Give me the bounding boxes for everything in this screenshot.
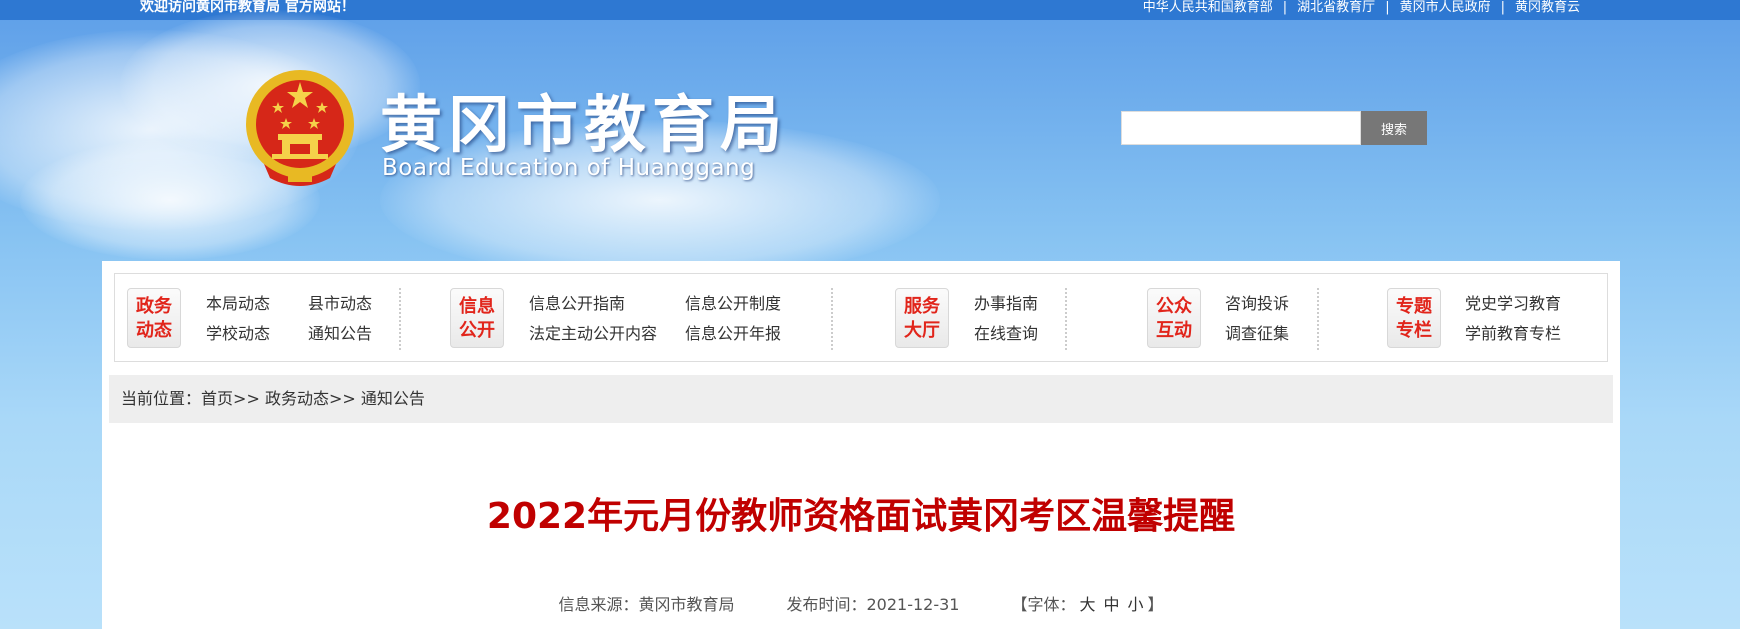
font-size-medium[interactable]: 中 bbox=[1104, 595, 1120, 614]
top-links: 中华人民共和国教育部 | 湖北省教育厅 | 黄冈市人民政府 | 黄冈教育云 bbox=[1143, 0, 1580, 15]
top-link-separator: | bbox=[1500, 0, 1505, 15]
nav-badge-service-hall[interactable]: 服务 大厅 bbox=[895, 288, 949, 348]
breadcrumb-separator: >> bbox=[233, 389, 260, 408]
breadcrumb-gov-news[interactable]: 政务动态 bbox=[265, 389, 329, 408]
breadcrumb-separator: >> bbox=[328, 389, 356, 408]
nav-badge-info-disclosure[interactable]: 信息 公开 bbox=[450, 288, 504, 348]
nav-badge-gov-news[interactable]: 政务 动态 bbox=[127, 288, 181, 348]
nav-link-annual-report[interactable]: 信息公开年报 bbox=[685, 320, 781, 344]
nav-badge-line: 信息 bbox=[459, 296, 495, 317]
nav-link-survey[interactable]: 调查征集 bbox=[1225, 320, 1289, 344]
nav-divider bbox=[399, 288, 401, 350]
nav-group-public-interaction: 公众 互动 咨询投诉 调查征集 bbox=[1147, 274, 1297, 361]
nav-link-statutory-content[interactable]: 法定主动公开内容 bbox=[529, 320, 657, 344]
nav-link-school-news[interactable]: 学校动态 bbox=[206, 320, 270, 344]
nav-link-county-news[interactable]: 县市动态 bbox=[308, 290, 372, 314]
breadcrumb-home[interactable]: 首页 bbox=[201, 389, 233, 408]
nav-group-info-disclosure: 信息 公开 信息公开指南 信息公开制度 法定主动公开内容 信息公开年报 bbox=[445, 274, 825, 361]
nav-badge-line: 服务 bbox=[904, 296, 940, 317]
nav-badge-line: 专栏 bbox=[1396, 320, 1432, 341]
top-link-separator: | bbox=[1282, 0, 1288, 15]
nav-divider bbox=[1065, 288, 1067, 350]
nav-badge-public-interaction[interactable]: 公众 互动 bbox=[1147, 288, 1201, 348]
nav-group-gov-news: 政务 动态 本局动态 县市动态 学校动态 通知公告 bbox=[115, 274, 395, 361]
font-size-small[interactable]: 小 bbox=[1128, 595, 1144, 614]
nav-link-disclosure-guide[interactable]: 信息公开指南 bbox=[529, 290, 625, 314]
site-subtitle: Board Education of Huanggang bbox=[382, 155, 756, 181]
nav-link-disclosure-rules[interactable]: 信息公开制度 bbox=[685, 290, 781, 314]
nav-divider bbox=[831, 288, 833, 350]
date-label: 发布时间： bbox=[786, 595, 867, 614]
breadcrumb: 当前位置：首页>> 政务动态>> 通知公告 bbox=[109, 375, 1613, 423]
nav-group-special-topics: 专题 专栏 党史学习教育 学前教育专栏 bbox=[1387, 274, 1587, 361]
nav-link-preschool[interactable]: 学前教育专栏 bbox=[1465, 320, 1561, 344]
nav-link-notices[interactable]: 通知公告 bbox=[308, 320, 372, 344]
top-link-hubei-edu[interactable]: 湖北省教育厅 bbox=[1297, 0, 1375, 15]
font-size-suffix: 】 bbox=[1147, 595, 1164, 614]
date-value: 2021-12-31 bbox=[866, 595, 960, 614]
article-meta: 信息来源：黄冈市教育局 发布时间：2021-12-31 【字体：大中小】 bbox=[102, 591, 1620, 615]
article-title: 2022年元月份教师资格面试黄冈考区温馨提醒 bbox=[486, 496, 1236, 537]
nav-badge-line: 专题 bbox=[1396, 296, 1432, 317]
font-size-large[interactable]: 大 bbox=[1079, 595, 1095, 614]
site-title: 黄冈市教育局 bbox=[380, 88, 789, 161]
nav-link-bureau-news[interactable]: 本局动态 bbox=[206, 290, 270, 314]
breadcrumb-prefix: 当前位置： bbox=[121, 389, 202, 408]
source-label: 信息来源： bbox=[558, 595, 639, 614]
national-emblem-icon bbox=[246, 70, 354, 186]
nav-group-service-hall: 服务 大厅 办事指南 在线查询 bbox=[895, 274, 1045, 361]
nav-link-consult-complain[interactable]: 咨询投诉 bbox=[1225, 290, 1289, 314]
nav-badge-special-topics[interactable]: 专题 专栏 bbox=[1387, 288, 1441, 348]
nav-badge-line: 大厅 bbox=[904, 320, 940, 341]
search-input[interactable] bbox=[1121, 111, 1361, 145]
nav-badge-line: 互动 bbox=[1156, 320, 1192, 341]
nav-link-party-history[interactable]: 党史学习教育 bbox=[1465, 290, 1561, 314]
source-value: 黄冈市教育局 bbox=[638, 595, 735, 614]
nav-badge-line: 政务 bbox=[136, 296, 172, 317]
breadcrumb-notices[interactable]: 通知公告 bbox=[361, 389, 425, 408]
top-link-moe[interactable]: 中华人民共和国教育部 bbox=[1143, 0, 1273, 15]
top-link-separator: | bbox=[1385, 0, 1390, 15]
main-panel: 政务 动态 本局动态 县市动态 学校动态 通知公告 信息 公开 信息公开指南 信… bbox=[102, 261, 1620, 629]
nav-link-online-query[interactable]: 在线查询 bbox=[974, 320, 1038, 344]
top-link-edu-cloud[interactable]: 黄冈教育云 bbox=[1515, 0, 1580, 15]
font-size-prefix: 【字体： bbox=[1011, 595, 1076, 614]
nav-badge-line: 公开 bbox=[459, 320, 495, 341]
search-button[interactable]: 搜索 bbox=[1361, 111, 1427, 145]
nav-divider bbox=[1317, 288, 1319, 350]
top-link-hg-gov[interactable]: 黄冈市人民政府 bbox=[1400, 0, 1491, 15]
main-nav: 政务 动态 本局动态 县市动态 学校动态 通知公告 信息 公开 信息公开指南 信… bbox=[114, 273, 1608, 362]
nav-badge-line: 动态 bbox=[136, 320, 172, 341]
nav-badge-line: 公众 bbox=[1156, 296, 1192, 317]
nav-link-service-guide[interactable]: 办事指南 bbox=[974, 290, 1038, 314]
